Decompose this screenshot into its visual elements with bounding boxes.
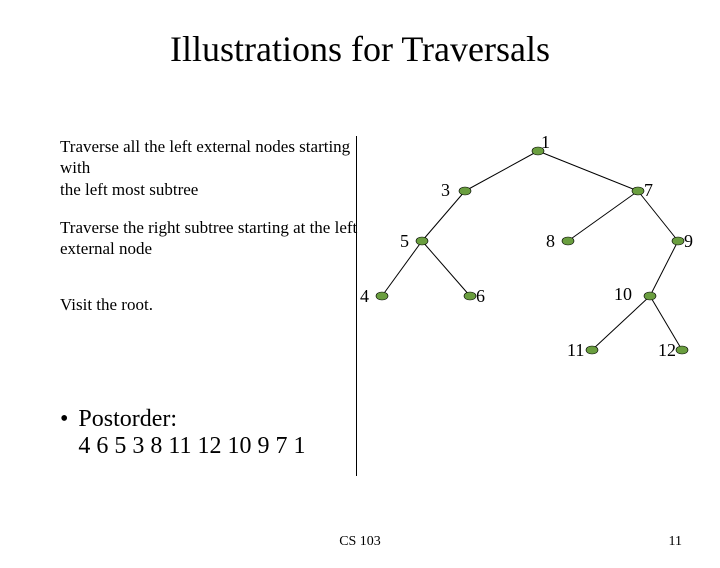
- step-3: Visit the root.: [60, 294, 153, 315]
- page-title: Illustrations for Traversals: [0, 28, 720, 70]
- node-3: 3: [441, 180, 450, 201]
- step-1-line-1: Traverse all the left external nodes sta…: [60, 136, 360, 179]
- postorder-sequence: 4 6 5 3 8 11 12 10 9 7 1: [78, 433, 305, 460]
- footer-course: CS 103: [0, 534, 720, 550]
- node-9: 9: [684, 231, 693, 252]
- step-2: Traverse the right subtree starting at t…: [60, 217, 360, 260]
- node-7: 7: [644, 180, 653, 201]
- postorder-label: Postorder:: [78, 406, 305, 433]
- step-1: Traverse all the left external nodes sta…: [60, 136, 360, 200]
- step-2-line-1: Traverse the right subtree starting at t…: [60, 217, 360, 238]
- postorder-bullet: • Postorder: 4 6 5 3 8 11 12 10 9 7 1: [60, 406, 306, 460]
- tree-svg: [360, 128, 700, 398]
- step-1-line-2: the left most subtree: [60, 179, 360, 200]
- node-5: 5: [400, 231, 409, 252]
- node-12: 12: [658, 340, 676, 361]
- bullet-dot-icon: •: [60, 406, 68, 432]
- tree-diagram: 1 3 7 5 8 9 4 6 10 11 12: [360, 128, 700, 398]
- node-8: 8: [546, 231, 555, 252]
- node-4: 4: [360, 286, 369, 307]
- step-2-line-2: external node: [60, 238, 360, 259]
- node-10: 10: [614, 284, 632, 305]
- node-1: 1: [541, 132, 550, 153]
- node-6: 6: [476, 286, 485, 307]
- node-11: 11: [567, 340, 584, 361]
- footer-page-number: 11: [669, 534, 682, 550]
